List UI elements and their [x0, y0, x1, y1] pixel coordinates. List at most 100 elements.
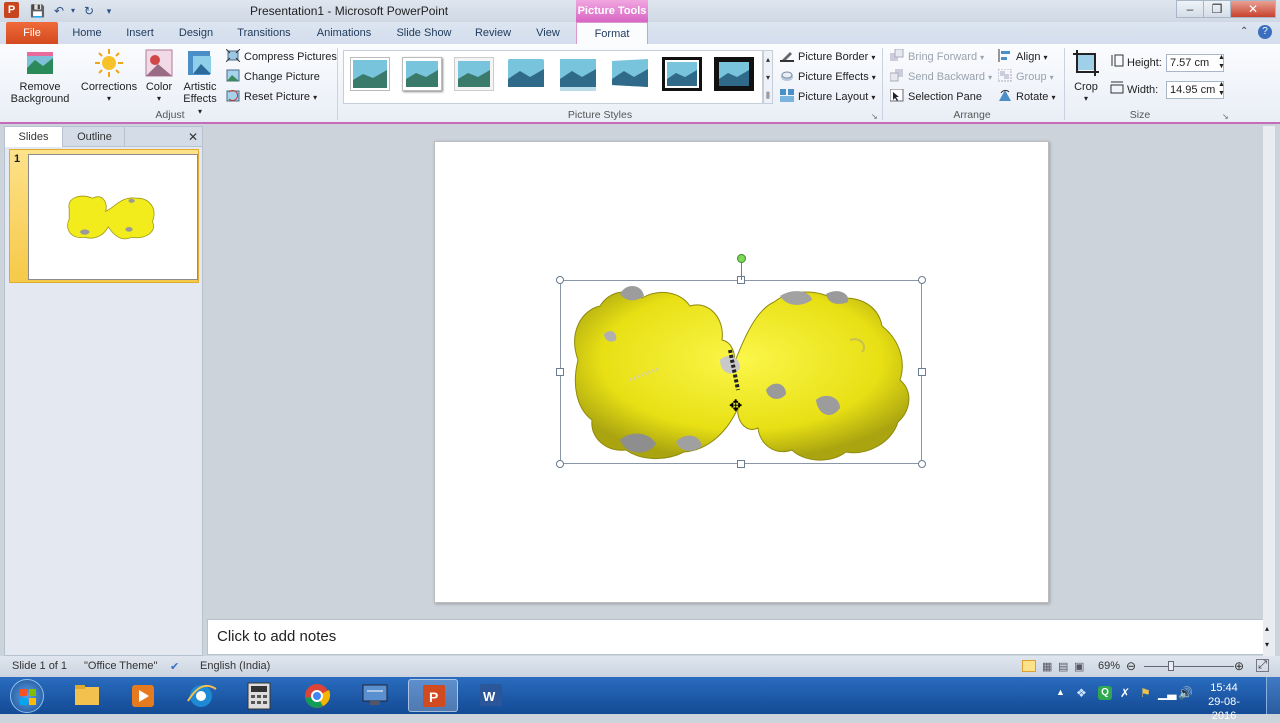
- redo-icon[interactable]: ↻: [82, 3, 96, 19]
- tab-home[interactable]: Home: [66, 22, 108, 44]
- save-icon[interactable]: 💾: [30, 3, 45, 19]
- chrome-icon[interactable]: [292, 679, 342, 712]
- powerpoint-taskbar-icon[interactable]: P: [408, 679, 458, 712]
- zoom-slider[interactable]: [1144, 666, 1234, 667]
- picture-border-button[interactable]: Picture Border ▾: [780, 48, 875, 66]
- rotate-button[interactable]: Rotate ▾: [998, 88, 1056, 106]
- compress-pictures-button[interactable]: Compress Pictures: [225, 48, 337, 66]
- slide-show-icon[interactable]: ▣: [1074, 660, 1084, 673]
- language-indicator[interactable]: English (India): [200, 660, 270, 672]
- style-thumb-3[interactable]: [454, 57, 494, 91]
- style-thumb-2[interactable]: [402, 57, 442, 91]
- crop-button[interactable]: Crop ▾: [1068, 48, 1104, 105]
- show-desktop-button[interactable]: [1266, 677, 1280, 714]
- width-spinner-icon[interactable]: ▲ ▼: [1218, 80, 1225, 98]
- show-hidden-icons[interactable]: ▲: [1056, 687, 1065, 697]
- resize-handle-left[interactable]: [556, 368, 564, 376]
- notes-pane[interactable]: Click to add notes: [207, 619, 1273, 655]
- close-panel-icon[interactable]: ✕: [185, 127, 201, 147]
- minimize-ribbon-icon[interactable]: ⌃: [1240, 26, 1248, 37]
- gallery-scroll[interactable]: ▴ ▾ ⫼: [763, 50, 773, 104]
- style-thumb-1[interactable]: [350, 57, 390, 91]
- signal-icon[interactable]: ▁▃: [1158, 686, 1176, 700]
- calculator-icon[interactable]: [234, 679, 284, 712]
- height-spinner-icon[interactable]: ▲ ▼: [1218, 53, 1225, 71]
- tab-review[interactable]: Review: [468, 22, 518, 44]
- selection-pane-button[interactable]: Selection Pane: [889, 88, 982, 106]
- minimize-icon[interactable]: –: [1176, 0, 1204, 18]
- network-error-icon[interactable]: ✗: [1120, 686, 1130, 700]
- style-thumb-5[interactable]: [558, 57, 598, 91]
- height-input[interactable]: 7.57 cm: [1166, 54, 1224, 72]
- send-backward-button[interactable]: Send Backward ▾: [889, 68, 992, 86]
- picture-styles-launcher-icon[interactable]: ↘: [871, 112, 878, 121]
- reset-picture-button[interactable]: Reset Picture ▾: [226, 88, 317, 106]
- scroll-down-icon[interactable]: ▾: [1265, 640, 1269, 649]
- picture-layout-button[interactable]: Picture Layout ▾: [780, 88, 875, 106]
- file-explorer-icon[interactable]: [62, 679, 112, 712]
- fit-to-window-icon[interactable]: ⤢: [1256, 659, 1269, 672]
- style-thumb-6[interactable]: [610, 57, 650, 91]
- slide-thumbnail[interactable]: [28, 154, 198, 280]
- tab-file[interactable]: File: [6, 22, 58, 44]
- volume-icon[interactable]: 🔊: [1178, 686, 1193, 700]
- align-button[interactable]: Align ▾: [998, 48, 1048, 66]
- zoom-level[interactable]: 69%: [1098, 660, 1120, 672]
- tab-transitions[interactable]: Transitions: [230, 22, 298, 44]
- powerpoint-logo-icon[interactable]: P: [4, 2, 19, 18]
- width-input[interactable]: 14.95 cm: [1166, 81, 1224, 99]
- remove-background-button[interactable]: Remove Background: [6, 48, 74, 105]
- word-taskbar-icon[interactable]: W: [466, 679, 516, 712]
- maximize-icon[interactable]: ❒: [1203, 0, 1231, 18]
- zoom-slider-thumb[interactable]: [1168, 661, 1174, 671]
- media-player-icon[interactable]: [118, 679, 168, 712]
- tab-slides[interactable]: Slides: [5, 127, 63, 147]
- slide-thumbnail-selected[interactable]: 1: [9, 149, 199, 283]
- artistic-effects-button[interactable]: Artistic Effects ▾: [180, 48, 220, 118]
- internet-explorer-icon[interactable]: [176, 679, 226, 712]
- tab-design[interactable]: Design: [172, 22, 220, 44]
- resize-handle-top-right[interactable]: [918, 276, 926, 284]
- close-icon[interactable]: ✕: [1230, 0, 1276, 18]
- change-picture-button[interactable]: Change Picture: [226, 68, 320, 86]
- tab-insert[interactable]: Insert: [118, 22, 162, 44]
- tab-outline[interactable]: Outline: [65, 127, 125, 147]
- style-thumb-4[interactable]: [506, 57, 546, 91]
- reading-view-icon[interactable]: ▤: [1058, 660, 1068, 673]
- system-clock[interactable]: 15:44 29-08-2016: [1196, 681, 1252, 723]
- resize-handle-bottom-left[interactable]: [556, 460, 564, 468]
- start-button[interactable]: [10, 679, 44, 713]
- slide-sorter-icon[interactable]: ▦: [1042, 660, 1052, 673]
- customize-qat-icon[interactable]: ▾: [102, 3, 116, 19]
- style-thumb-8[interactable]: [714, 57, 754, 91]
- undo-dropdown-icon[interactable]: ▾: [66, 3, 80, 19]
- picture-effects-button[interactable]: Picture Effects ▾: [780, 68, 876, 86]
- rotation-handle[interactable]: [737, 254, 746, 263]
- gallery-more-icon[interactable]: ⫼: [764, 87, 772, 105]
- tab-animations[interactable]: Animations: [310, 22, 378, 44]
- zoom-out-icon[interactable]: ⊖: [1126, 659, 1136, 673]
- group-button[interactable]: Group ▾: [997, 68, 1054, 86]
- dropbox-icon[interactable]: ❖: [1076, 686, 1087, 700]
- spellcheck-icon[interactable]: ✔: [170, 660, 179, 673]
- style-thumb-7[interactable]: [662, 57, 702, 91]
- scroll-up-icon[interactable]: ▴: [1265, 624, 1269, 633]
- size-launcher-icon[interactable]: ↘: [1222, 112, 1229, 121]
- undo-icon[interactable]: ↶: [52, 3, 66, 19]
- tab-view[interactable]: View: [528, 22, 568, 44]
- color-button[interactable]: Color ▾: [142, 48, 176, 105]
- gallery-down-icon[interactable]: ▾: [764, 69, 772, 87]
- resize-handle-bottom[interactable]: [737, 460, 745, 468]
- tab-slide-show[interactable]: Slide Show: [390, 22, 458, 44]
- tab-format[interactable]: Format: [576, 22, 648, 45]
- resize-handle-bottom-right[interactable]: [918, 460, 926, 468]
- bring-forward-button[interactable]: Bring Forward ▾: [890, 48, 984, 66]
- vertical-scrollbar[interactable]: ▴ ▾: [1263, 126, 1275, 656]
- zoom-in-icon[interactable]: ⊕: [1234, 659, 1244, 673]
- help-icon[interactable]: ?: [1258, 25, 1272, 39]
- quickheal-icon[interactable]: Q: [1098, 686, 1112, 700]
- resize-handle-top-left[interactable]: [556, 276, 564, 284]
- resize-handle-right[interactable]: [918, 368, 926, 376]
- normal-view-icon[interactable]: [1022, 660, 1036, 672]
- remote-desktop-icon[interactable]: [350, 679, 400, 712]
